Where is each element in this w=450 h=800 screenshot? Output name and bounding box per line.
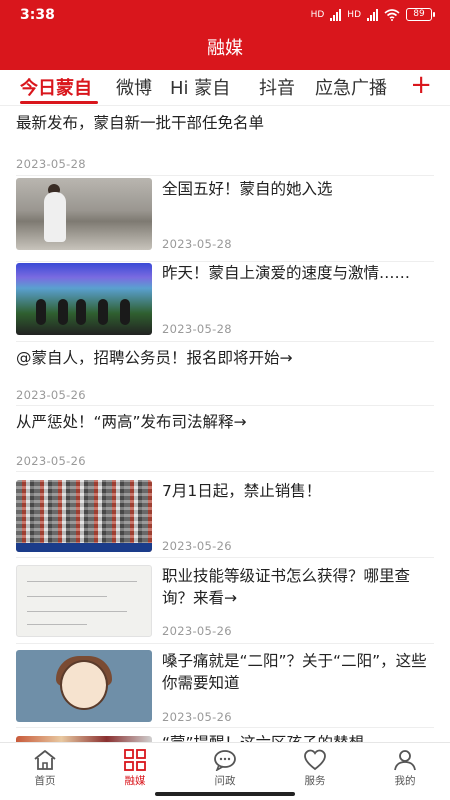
nav-wenzheng[interactable]: 问政: [195, 749, 255, 788]
news-thumbnail: [16, 480, 152, 552]
bottom-navigation: 首页 融媒 问政 服务 我的: [0, 742, 450, 800]
chat-icon: [214, 750, 236, 771]
news-thumbnail: [16, 565, 152, 637]
news-date: 2023-05-26: [162, 624, 232, 638]
news-item[interactable]: 最新发布，蒙自新一批干部任免名单 2023-05-28: [16, 112, 434, 176]
news-thumbnail: [16, 650, 152, 722]
tab-weibo[interactable]: 微博: [116, 74, 152, 100]
nav-mine[interactable]: 我的: [375, 749, 435, 788]
nav-label: 问政: [214, 775, 236, 787]
network-label-2: HD: [347, 9, 361, 20]
news-title: 嗓子痛就是“二阳”？关于“二阳”，这些你需要知道: [162, 652, 427, 692]
news-item[interactable]: 7月1日起，禁止销售！ 2023-05-26: [16, 472, 434, 558]
status-time: 3:38: [20, 7, 55, 23]
news-item[interactable]: 职业技能等级证书怎么获得？哪里查询？来看→ 2023-05-26: [16, 558, 434, 644]
news-date: 2023-05-26: [162, 539, 232, 553]
news-thumbnail: [16, 178, 152, 250]
nav-rongmei[interactable]: 融媒: [105, 749, 165, 788]
news-title: 从严惩处！“两高”发布司法解释→: [16, 413, 247, 431]
news-title: 最新发布，蒙自新一批干部任免名单: [16, 114, 265, 132]
user-icon: [394, 750, 416, 771]
news-title: 7月1日起，禁止销售！: [162, 482, 322, 500]
news-title: @蒙自人，招聘公务员！报名即将开始→: [16, 349, 293, 367]
news-date: 2023-05-26: [16, 388, 86, 402]
tab-jinri-mengzi[interactable]: 今日蒙自: [20, 74, 92, 100]
gesture-bar[interactable]: [155, 792, 295, 796]
news-date: 2023-05-28: [162, 237, 232, 251]
news-item[interactable]: 从严惩处！“两高”发布司法解释→ 2023-05-26: [16, 406, 434, 472]
news-title: “蒙”提醒！这六区孩子的替想: [162, 732, 432, 742]
header-bar: 融媒: [0, 30, 450, 70]
tab-emergency-broadcast[interactable]: 应急广播: [315, 74, 387, 100]
tab-douyin[interactable]: 抖音: [259, 74, 295, 100]
active-tab-indicator: [20, 101, 98, 104]
news-title: 昨天！蒙自上演爱的速度与激情……: [162, 264, 411, 282]
news-title: 全国五好！蒙自的她入选: [162, 180, 333, 198]
news-feed[interactable]: 最新发布，蒙自新一批干部任免名单 2023-05-28 全国五好！蒙自的她入选 …: [0, 106, 450, 742]
network-label-1: HD: [310, 9, 325, 20]
status-icons: HD HD 89: [310, 8, 435, 21]
news-date: 2023-05-26: [16, 454, 86, 468]
news-title: 职业技能等级证书怎么获得？哪里查询？来看→: [162, 567, 411, 607]
nav-service[interactable]: 服务: [285, 749, 345, 788]
nav-home[interactable]: 首页: [15, 749, 75, 788]
news-date: 2023-05-28: [162, 322, 232, 336]
grid-icon: [124, 749, 146, 771]
news-item[interactable]: 昨天！蒙自上演爱的速度与激情…… 2023-05-28: [16, 262, 434, 342]
news-date: 2023-05-26: [162, 710, 232, 724]
add-channel-button[interactable]: +: [410, 72, 432, 98]
news-thumbnail: [16, 263, 152, 335]
wifi-icon: [384, 8, 400, 21]
nav-label: 融媒: [124, 775, 146, 787]
battery-icon: 89: [406, 8, 435, 21]
tab-hi-mengzi[interactable]: Hi 蒙自: [170, 74, 230, 100]
nav-label: 首页: [34, 775, 56, 787]
news-item[interactable]: 嗓子痛就是“二阳”？关于“二阳”，这些你需要知道 2023-05-26: [16, 644, 434, 728]
news-date: 2023-05-28: [16, 157, 86, 171]
home-icon: [34, 750, 56, 770]
news-item[interactable]: 全国五好！蒙自的她入选 2023-05-28: [16, 176, 434, 262]
news-item[interactable]: @蒙自人，招聘公务员！报名即将开始→ 2023-05-26: [16, 342, 434, 406]
news-item[interactable]: “蒙”提醒！这六区孩子的替想: [16, 728, 434, 742]
nav-label: 服务: [304, 775, 326, 787]
status-bar: 3:38 HD HD 89: [0, 0, 450, 30]
signal-icon: [330, 8, 342, 21]
channel-tabs: 今日蒙自 微博 Hi 蒙自 抖音 应急广播 +: [0, 70, 450, 106]
signal-icon-2: [367, 8, 378, 21]
nav-label: 我的: [394, 775, 416, 787]
page-title: 融媒: [207, 38, 243, 59]
heart-icon: [304, 749, 326, 771]
